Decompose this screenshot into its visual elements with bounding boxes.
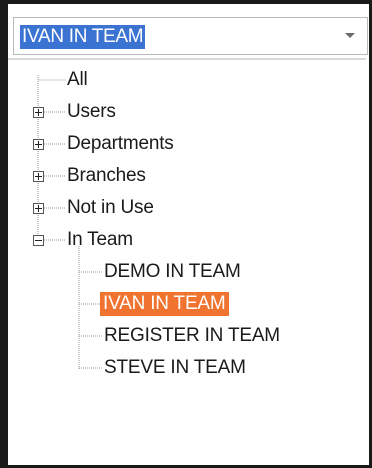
plus-box-icon[interactable] (33, 203, 44, 214)
tree-node-branches[interactable]: Branches (65, 164, 148, 188)
tree-node-not-in-use[interactable]: Not in Use (65, 196, 156, 220)
plus-box-icon[interactable] (33, 139, 44, 150)
chevron-down-icon (345, 33, 355, 38)
minus-box-icon[interactable] (33, 235, 44, 246)
tree-node-all[interactable]: All (65, 68, 90, 92)
tree-node-demo-in-team[interactable]: DEMO IN TEAM (102, 260, 243, 284)
tree-node-in-team[interactable]: In Team (65, 228, 135, 252)
combo-dropdown-button[interactable] (337, 18, 367, 54)
tree-node-users[interactable]: Users (65, 100, 118, 124)
combo-selected-value[interactable]: IVAN IN TEAM (20, 25, 146, 49)
team-combo-box[interactable]: IVAN IN TEAM (13, 17, 368, 55)
tree-node-ivan-in-team[interactable]: IVAN IN TEAM (100, 292, 229, 316)
plus-box-icon[interactable] (33, 107, 44, 118)
tree-view[interactable]: All Users Departments Branches Not in Us… (8, 58, 366, 464)
plus-box-icon[interactable] (33, 171, 44, 182)
tree-node-departments[interactable]: Departments (65, 132, 176, 156)
tree-node-register-in-team[interactable]: REGISTER IN TEAM (102, 324, 282, 348)
tree-node-steve-in-team[interactable]: STEVE IN TEAM (102, 356, 248, 380)
